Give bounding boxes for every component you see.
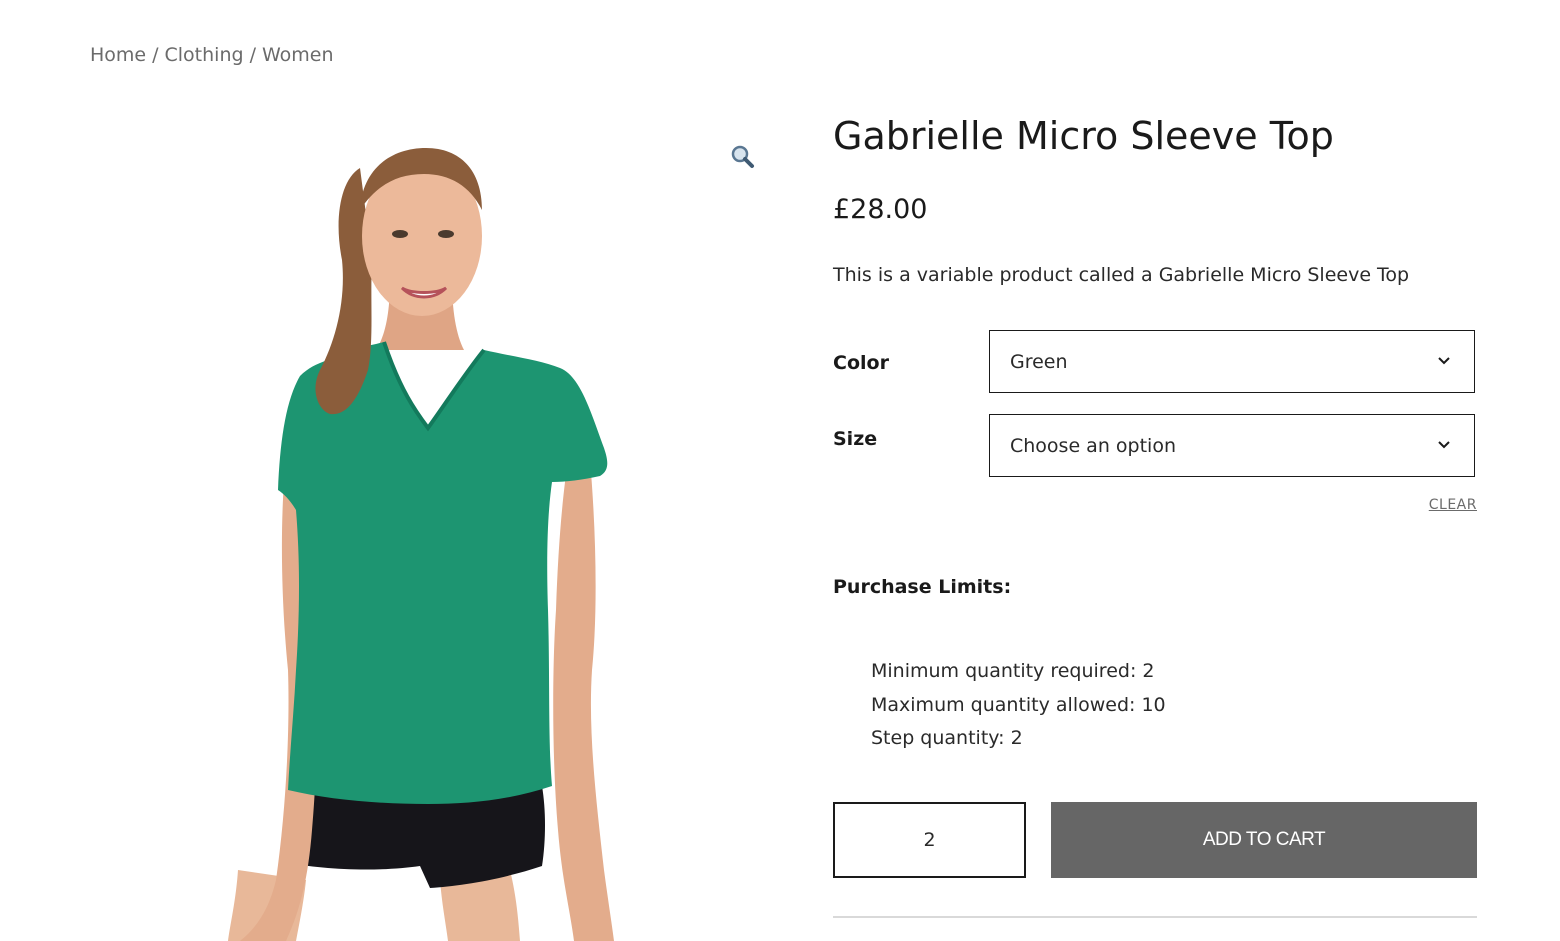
product-title: Gabrielle Micro Sleeve Top — [833, 114, 1334, 158]
color-label: Color — [833, 352, 889, 374]
magnifier-icon — [731, 145, 754, 168]
product-image[interactable] — [90, 110, 770, 941]
size-label: Size — [833, 428, 878, 450]
step-quantity-item: Step quantity: 2 — [871, 727, 1023, 749]
breadcrumb-separator: / — [152, 44, 159, 66]
size-select[interactable]: Choose an option — [989, 414, 1475, 477]
clear-variations-link[interactable]: CLEAR — [1429, 497, 1477, 513]
chevron-down-icon — [1438, 357, 1450, 365]
breadcrumb: Home / Clothing / Women — [90, 44, 334, 66]
color-select[interactable]: Green — [989, 330, 1475, 393]
product-price: £28.00 — [833, 194, 928, 225]
purchase-limits-list: Minimum quantity required: 2 Maximum qua… — [871, 655, 1166, 756]
divider — [833, 916, 1477, 918]
product-summary: Gabrielle Micro Sleeve Top £28.00 This i… — [833, 110, 1477, 918]
breadcrumb-clothing-link[interactable]: Clothing — [165, 44, 244, 66]
quantity-input[interactable] — [833, 802, 1026, 878]
size-select-value: Choose an option — [1010, 435, 1176, 457]
chevron-down-icon — [1438, 441, 1450, 449]
max-quantity-item: Maximum quantity allowed: 10 — [871, 693, 1166, 716]
size-variation-row: Size Choose an option — [833, 414, 1477, 480]
breadcrumb-separator: / — [249, 44, 256, 66]
purchase-limits-heading: Purchase Limits: — [833, 576, 1012, 598]
product-description: This is a variable product called a Gabr… — [833, 264, 1410, 286]
breadcrumb-current: Women — [261, 44, 334, 66]
product-page: Home / Clothing / Women Gabrielle Micro … — [0, 0, 1560, 941]
product-photo — [228, 148, 614, 941]
color-select-value: Green — [1010, 351, 1068, 373]
zoom-button[interactable] — [728, 142, 758, 172]
color-variation-row: Color Green — [833, 330, 1477, 396]
add-to-cart-button[interactable]: ADD TO CART — [1051, 802, 1477, 878]
breadcrumb-home-link[interactable]: Home — [90, 44, 146, 66]
min-quantity-item: Minimum quantity required: 2 — [871, 660, 1155, 682]
